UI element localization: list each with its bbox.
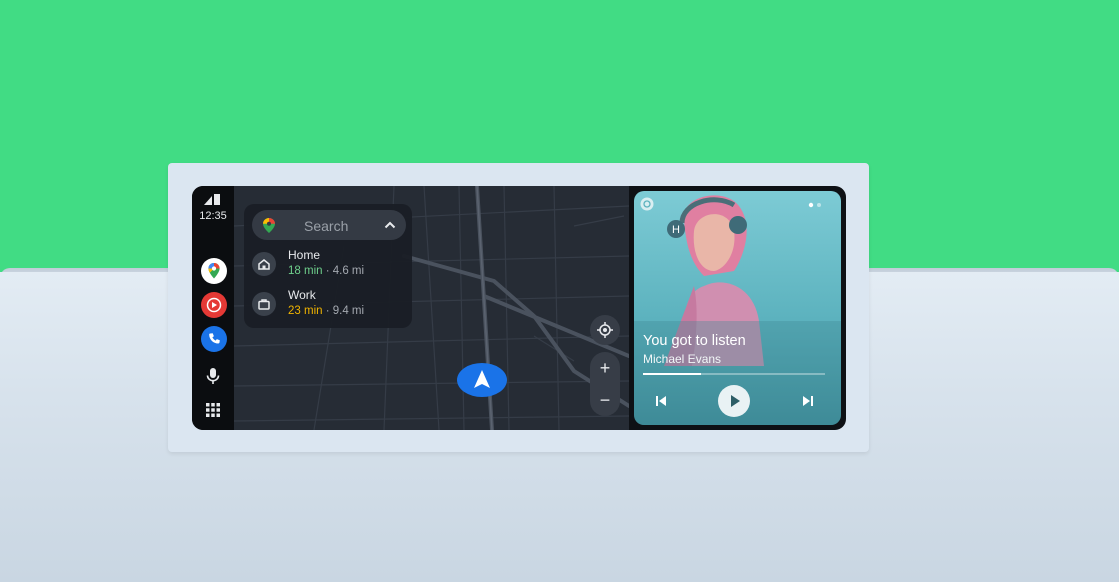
skip-previous-icon[interactable] [654, 394, 668, 408]
play-icon [731, 395, 740, 407]
youtube-music-glyph-icon [206, 297, 222, 313]
destination-name: Work [288, 288, 316, 302]
app-grid-icon[interactable] [204, 401, 222, 419]
song-title: You got to listen [643, 333, 746, 349]
microphone-icon[interactable] [204, 366, 222, 386]
destination-eta: 23 min [288, 305, 323, 317]
play-button[interactable] [718, 385, 750, 417]
zoom-in-button[interactable]: + [590, 353, 620, 383]
song-artist: Michael Evans [643, 352, 722, 366]
svg-text:H: H [672, 224, 680, 236]
phone-icon[interactable] [201, 326, 227, 352]
home-icon [252, 252, 276, 276]
chevron-up-icon[interactable] [384, 220, 396, 230]
destination-distance: · 9.4 mi [322, 305, 365, 317]
phone-handset-icon [209, 333, 220, 344]
briefcase-icon [252, 292, 276, 316]
recenter-button[interactable] [590, 315, 620, 345]
app-rail: 12:35 [192, 186, 234, 430]
media-card[interactable]: H You got to listen Michael Evans [634, 191, 841, 425]
destinations-card: Search Home 18 min · 4.6 mi Work 23 min … [244, 204, 412, 328]
maps-pin-icon [208, 263, 220, 279]
page-indicator-dots [808, 202, 821, 208]
search-placeholder: Search [304, 218, 349, 234]
map-view[interactable]: Search Home 18 min · 4.6 mi Work 23 min … [234, 186, 629, 430]
zoom-out-button[interactable]: − [590, 385, 620, 415]
status-clock: 12:35 [199, 210, 227, 222]
navigation-arrow-icon [457, 363, 507, 397]
destination-distance: · 4.6 mi [322, 265, 365, 277]
destination-info: 23 min · 9.4 mi [288, 305, 364, 317]
music-app-icon [640, 197, 654, 211]
destination-name: Home [288, 248, 321, 262]
destination-info: 18 min · 4.6 mi [288, 265, 364, 277]
android-auto-screen: 12:35 Search Home 18 min · 4.6 mi Work 2… [192, 186, 846, 430]
zoom-controls: + − [590, 352, 620, 416]
progress-fill [643, 373, 702, 375]
location-target-icon [597, 322, 613, 338]
maps-icon[interactable] [201, 258, 227, 284]
youtube-music-icon[interactable] [201, 292, 227, 318]
destination-eta: 18 min [288, 265, 323, 277]
maps-pin-small-icon [263, 218, 275, 233]
skip-next-icon[interactable] [801, 394, 815, 408]
signal-icon [204, 194, 220, 205]
search-bar[interactable]: Search [252, 210, 406, 240]
playback-progress[interactable] [643, 373, 825, 375]
